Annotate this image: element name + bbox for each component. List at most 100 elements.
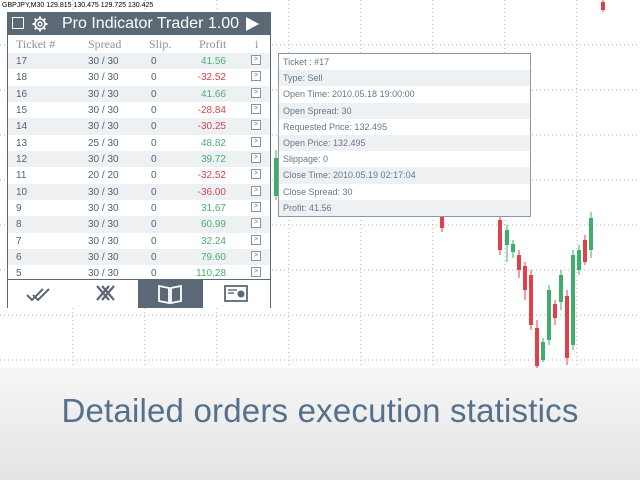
details-button[interactable]: >	[251, 152, 261, 163]
details-button[interactable]: >	[251, 103, 261, 114]
slip-cell: 0	[151, 235, 157, 247]
slip-cell: 0	[151, 186, 157, 198]
candle-body	[589, 218, 593, 250]
candle-body	[498, 220, 502, 250]
detail-open-price: Open Price: 132.495	[279, 134, 530, 152]
profit-cell: 41.56	[200, 56, 226, 67]
details-button[interactable]: >	[251, 267, 261, 278]
table-row[interactable]: 18 30 / 30 0 -32.52 >	[8, 69, 270, 85]
candle-body	[523, 266, 527, 290]
table-row[interactable]: 8 30 / 30 0 60.99 >	[8, 216, 270, 233]
ticket-cell: 18	[16, 72, 28, 84]
details-button[interactable]: >	[251, 218, 261, 229]
header-slip: Slip.	[149, 37, 172, 51]
candle-body	[553, 304, 557, 318]
profit-cell: 31.67	[200, 202, 226, 214]
panel-titlebar: Pro Indicator Trader 1.00	[8, 13, 270, 35]
table-row[interactable]: 7 30 / 30 0 32.24 >	[8, 233, 270, 249]
candle-body	[571, 255, 575, 345]
spread-cell: 30 / 30	[88, 121, 119, 133]
panel-toolbar	[8, 279, 270, 308]
spread-cell: 25 / 30	[88, 137, 119, 149]
table-row[interactable]: 12 30 / 30 0 39.72 >	[8, 150, 270, 168]
details-button[interactable]: >	[251, 71, 261, 82]
details-button[interactable]: >	[251, 55, 261, 65]
details-button[interactable]: >	[251, 201, 261, 212]
candle-body	[517, 255, 521, 270]
candle-body	[601, 2, 605, 10]
details-button[interactable]: >	[251, 120, 261, 131]
slip-cell: 0	[151, 268, 157, 280]
detail-open-spread: Open Spread: 30	[279, 102, 530, 119]
minimize-icon[interactable]	[12, 17, 24, 29]
symbol-info: GBPJPY,M30 129.815 130.475 129.725 130.4…	[2, 2, 154, 9]
tagline: Detailed orders execution statistics	[61, 392, 579, 429]
report-button[interactable]	[203, 280, 268, 308]
details-button[interactable]: >	[251, 234, 261, 245]
orders-table: 17 30 / 30 0 41.56 >18 30 / 30 0 -32.52 >16 30 / …	[8, 53, 270, 282]
ticket-cell: 5	[16, 268, 22, 280]
gear-icon[interactable]	[32, 16, 48, 32]
spread-cell: 30 / 30	[88, 251, 119, 263]
spread-cell: 30 / 30	[88, 88, 119, 100]
ticket-cell: 14	[16, 121, 28, 133]
table-row[interactable]: 9 30 / 30 0 31.67 >	[8, 200, 270, 216]
candle-body	[529, 275, 533, 325]
details-button[interactable]: >	[251, 185, 261, 196]
report-icon	[224, 285, 248, 302]
header-ticket: Ticket #	[16, 37, 56, 51]
slip-cell: 0	[151, 88, 157, 100]
detail-open-time: Open Time: 2010.05.18 19:00:00	[283, 89, 415, 100]
candle-body	[577, 250, 581, 270]
detail-type: Type: Sell	[279, 70, 530, 87]
book-button[interactable]	[138, 280, 203, 308]
slip-cell: 0	[151, 137, 157, 149]
close-double-icon	[96, 285, 115, 301]
spread-cell: 30 / 30	[88, 202, 119, 214]
table-row[interactable]: 14 30 / 30 0 -30.25 >	[8, 118, 270, 135]
detail-close-time: Close Time: 2010.05.19 02:17:04	[279, 167, 530, 184]
details-button[interactable]: >	[251, 87, 261, 98]
header-info: i	[255, 37, 259, 51]
profit-cell: 79.60	[200, 251, 226, 263]
detail-slippage: Slippage: 0	[283, 154, 329, 165]
check-double-button[interactable]	[8, 280, 73, 308]
play-icon[interactable]	[246, 17, 259, 31]
profit-cell: 60.99	[200, 219, 226, 231]
ticket-cell: 11	[16, 170, 27, 182]
table-row[interactable]: 10 30 / 30 0 -36.00 >	[8, 183, 270, 200]
spread-cell: 30 / 30	[88, 72, 119, 84]
spread-cell: 30 / 30	[88, 235, 119, 247]
table-row[interactable]: 13 25 / 30 0 48.82 >	[8, 135, 270, 151]
ticket-cell: 9	[16, 202, 22, 214]
spread-cell: 30 / 30	[88, 153, 119, 165]
candle-body	[547, 290, 551, 340]
table-row[interactable]: 11 20 / 20 0 -32.52 >	[8, 167, 270, 183]
profit-cell: 32.24	[200, 235, 226, 247]
ticket-cell: 15	[16, 104, 28, 116]
details-button[interactable]: >	[251, 136, 261, 147]
detail-close-spread: Close Spread: 30	[283, 186, 353, 197]
slip-cell: 0	[151, 121, 157, 133]
profit-cell: -28.84	[197, 104, 226, 116]
candle-body	[535, 328, 539, 366]
spread-cell: 30 / 30	[88, 268, 119, 280]
ticket-cell: 6	[16, 251, 22, 263]
candle-body	[559, 275, 563, 302]
check-double-icon	[26, 288, 50, 302]
spread-cell: 30 / 30	[88, 104, 119, 116]
profit-cell: 48.82	[200, 137, 226, 149]
table-row[interactable]: 16 30 / 30 0 41.66 >	[8, 85, 270, 102]
slip-cell: 0	[151, 72, 157, 84]
table-row[interactable]: 15 30 / 30 0 -28.84 >	[8, 102, 270, 118]
profit-cell: 110.28	[196, 268, 226, 280]
table-row[interactable]: 17 30 / 30 0 41.56 >	[8, 53, 270, 70]
details-button[interactable]: >	[251, 250, 261, 261]
candle-body	[583, 240, 587, 262]
close-double-button[interactable]	[73, 280, 138, 308]
spread-cell: 30 / 30	[88, 186, 119, 198]
ticket-cell: 8	[16, 219, 22, 231]
table-row[interactable]: 6 30 / 30 0 79.60 >	[8, 248, 270, 266]
ticket-cell: 17	[16, 56, 28, 67]
details-button[interactable]: >	[251, 169, 261, 180]
